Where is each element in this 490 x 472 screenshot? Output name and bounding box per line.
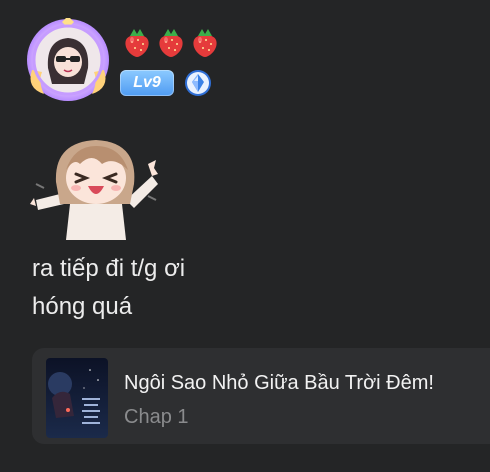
comment-line: hóng quá [32,293,133,320]
story-link-card[interactable]: Ngôi Sao Nhỏ Giữa Bầu Trời Đêm! Chap 1 [32,348,490,444]
avatar[interactable] [26,18,110,102]
story-title[interactable]: Ngôi Sao Nhỏ Giữa Bầu Trời Đêm! [124,372,434,395]
diamond-icon [185,70,211,96]
strawberry-icon [159,29,183,57]
book-cover [46,358,108,438]
comment-text: ra tiếp đi t/g ơi hóng quá [32,250,185,326]
comment-line: ra tiếp đi t/g ơi [32,255,186,282]
sticker [30,140,158,240]
strawberry-icon [193,29,217,57]
level-badge: Lv9 [120,70,174,96]
comment-item: Lv9 ra tiếp đi t/g ơi hóng quá Ngôi Sao … [0,0,490,472]
story-chapter[interactable]: Chap 1 [124,406,189,429]
badge-row [122,26,220,58]
strawberry-icon [125,29,149,57]
